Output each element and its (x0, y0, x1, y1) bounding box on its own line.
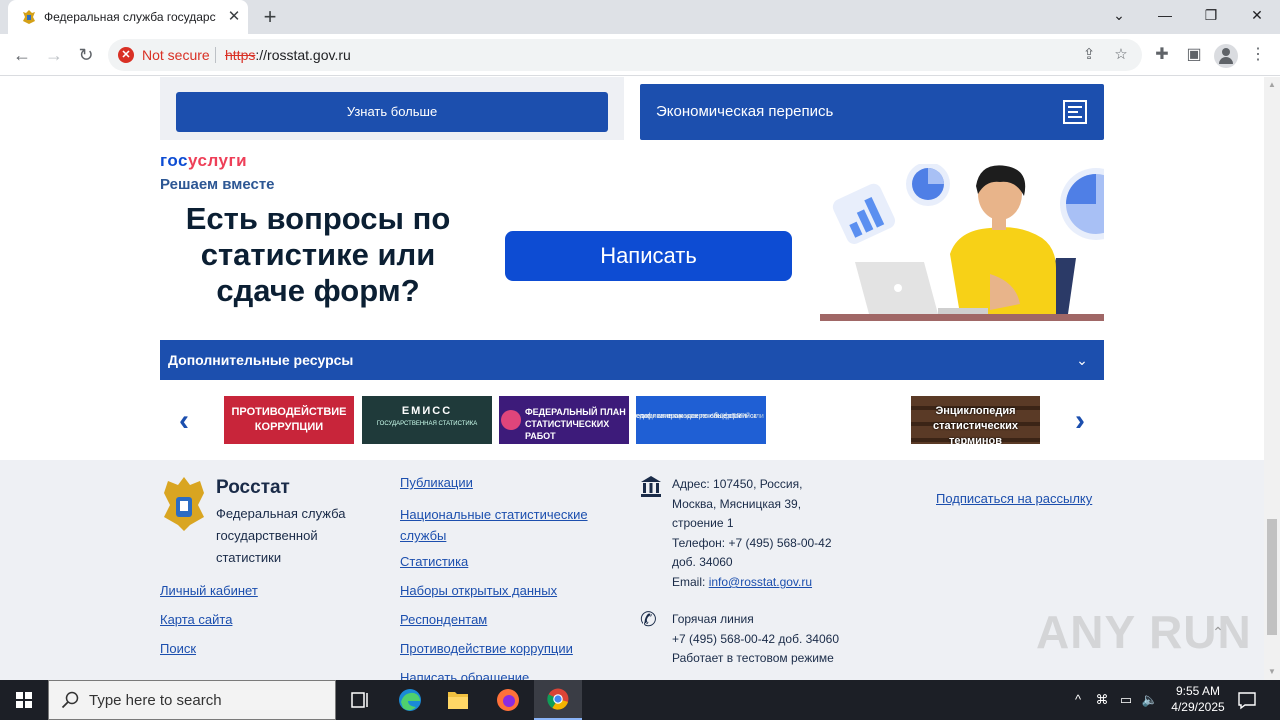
footer-link-anticorruption[interactable]: Противодействие коррупции (400, 641, 573, 656)
footer-link-open-data[interactable]: Наборы открытых данных (400, 583, 557, 598)
footer-brand: Росстат (216, 477, 290, 498)
search-icon (61, 691, 79, 709)
notifications-icon[interactable] (1236, 689, 1258, 711)
profile-icon[interactable] (1214, 44, 1238, 68)
questions-heading: Есть вопросы по статистике или сдаче фор… (185, 201, 451, 308)
file-explorer-icon[interactable] (434, 680, 482, 720)
firefox-icon[interactable] (484, 680, 532, 720)
chevron-down-icon[interactable]: ⌄ (1072, 350, 1092, 370)
footer-link-national-services[interactable]: Национальные статистические службы (400, 504, 600, 546)
additional-resources-bar[interactable]: Дополнительные ресурсы ⌄ (160, 340, 1104, 380)
rosstat-favicon-icon (23, 10, 35, 24)
subscribe-link[interactable]: Подписаться на рассылку (936, 491, 1092, 506)
russian-emblem-icon (164, 477, 204, 531)
footer-address: Адрес: 107450, Россия, Москва, Мясницкая… (672, 477, 832, 589)
browser-toolbar: ← → ↻ ✕ Not secure https://rosstat.gov.r… (0, 34, 1280, 76)
star-icon[interactable]: ☆ (1111, 45, 1131, 65)
page-scrollbar[interactable]: ▲ ▼ (1264, 77, 1280, 680)
tab-close-icon[interactable]: ✕ (224, 7, 244, 27)
footer-hotline: Горячая линия +7 (495) 568-00-42 доб. 34… (672, 612, 839, 666)
omnibox-divider (215, 47, 216, 63)
plan-logo-icon (501, 410, 521, 430)
taskbar-search-input[interactable]: Type here to search (48, 680, 336, 720)
windows-start-icon[interactable] (0, 680, 48, 720)
footer-link-sitemap[interactable]: Карта сайта (160, 612, 232, 627)
device-icon[interactable]: ⌘ (1092, 690, 1112, 710)
new-tab-button[interactable]: + (258, 4, 282, 30)
edge-icon[interactable] (386, 680, 434, 720)
page-viewport: Узнать больше Экономическая перепись гос… (0, 77, 1264, 680)
footer-link-appeal[interactable]: Написать обращение (400, 670, 529, 680)
url-text[interactable]: https://rosstat.gov.ru (225, 47, 351, 63)
taskbar-clock[interactable]: 9:55 AM 4/29/2025 (1160, 683, 1236, 715)
search-placeholder: Type here to search (89, 692, 222, 709)
minimize-icon[interactable]: — (1142, 0, 1188, 30)
footer-link-cabinet[interactable]: Личный кабинет (160, 583, 258, 598)
economic-census-card[interactable]: Экономическая перепись (640, 84, 1104, 140)
banner-codes-notice[interactable]: едомление о кодах по общероссийск ссифика… (636, 396, 766, 444)
banner-anticorruption[interactable]: ПРОТИВОДЕЙСТВИЕ КОРРУПЦИИ (224, 396, 354, 444)
footer-link-publications[interactable]: Публикации (400, 475, 473, 490)
footer-link-respondents[interactable]: Респондентам (400, 612, 487, 627)
sidepanel-icon[interactable]: ▣ (1183, 44, 1205, 66)
carousel-prev-icon[interactable]: ‹ (172, 403, 196, 439)
phone-icon: ✆ (640, 609, 657, 631)
gosuslugi-logo[interactable]: госуслуги (160, 151, 247, 171)
close-window-icon[interactable]: ✕ (1234, 0, 1280, 30)
banner-federal-plan[interactable]: ФЕДЕРАЛЬНЫЙ ПЛАН СТАТИСТИЧЕСКИХ РАБОТ (499, 396, 629, 444)
task-view-icon[interactable] (336, 680, 384, 720)
building-icon (641, 476, 661, 497)
not-secure-icon: ✕ (118, 47, 134, 63)
census-form-icon (1063, 100, 1087, 124)
additional-resources-title: Дополнительные ресурсы (168, 352, 354, 368)
menu-icon[interactable]: ⋮ (1247, 44, 1269, 66)
extensions-icon[interactable]: ✚ (1151, 44, 1173, 66)
footer-brand-subtitle: Федеральная служба государственной стати… (216, 506, 346, 565)
windows-taskbar: Type here to search ^ ⌘ ▭ 🔈 9:55 AM 4/29… (0, 680, 1280, 720)
scroll-down-icon[interactable]: ▼ (1264, 664, 1280, 680)
restore-icon[interactable]: ❐ (1188, 0, 1234, 30)
share-icon[interactable]: ⇪ (1079, 45, 1099, 65)
url-scheme: https (225, 47, 256, 63)
back-icon[interactable]: ← (8, 41, 36, 69)
person-with-laptop-illustration (820, 164, 1104, 321)
network-icon[interactable]: ▭ (1116, 690, 1136, 710)
tab-strip: Федеральная служба государственной стати… (0, 0, 1280, 34)
write-button[interactable]: Написать (505, 231, 792, 281)
carousel-next-icon[interactable]: › (1068, 403, 1092, 439)
footer-link-statistics[interactable]: Статистика (400, 554, 468, 569)
tray-chevron-up-icon[interactable]: ^ (1068, 690, 1088, 710)
forward-icon[interactable]: → (40, 41, 68, 69)
chrome-icon[interactable] (534, 680, 582, 720)
not-secure-label[interactable]: Not secure (142, 47, 210, 63)
economic-census-label: Экономическая перепись (656, 103, 834, 120)
reload-icon[interactable]: ↻ (72, 41, 100, 69)
volume-icon[interactable]: 🔈 (1140, 690, 1160, 710)
tab-title: Федеральная служба государственной стати… (44, 10, 216, 24)
scrollbar-thumb[interactable] (1267, 519, 1277, 635)
tab-search-chevron-down-icon[interactable]: ⌄ (1096, 0, 1142, 30)
footer-link-search[interactable]: Поиск (160, 641, 196, 656)
address-bar[interactable]: ✕ Not secure https://rosstat.gov.ru ⇪ ☆ (108, 39, 1142, 71)
gosuslugi-tagline: Решаем вместе (160, 176, 275, 193)
footer-email-link[interactable]: info@rosstat.gov.ru (709, 575, 812, 589)
scroll-to-top-icon[interactable]: ⌃ (1208, 622, 1228, 642)
url-host: ://rosstat.gov.ru (255, 47, 351, 63)
scroll-up-icon[interactable]: ▲ (1264, 77, 1280, 93)
banner-encyclopedia[interactable]: Энциклопедия статистических терминов (911, 396, 1040, 444)
browser-tab[interactable]: Федеральная служба государственной стати… (8, 0, 248, 34)
banner-emiss[interactable]: ЕМИСС ГОСУДАРСТВЕННАЯ СТАТИСТИКА (362, 396, 492, 444)
learn-more-button[interactable]: Узнать больше (176, 92, 608, 132)
